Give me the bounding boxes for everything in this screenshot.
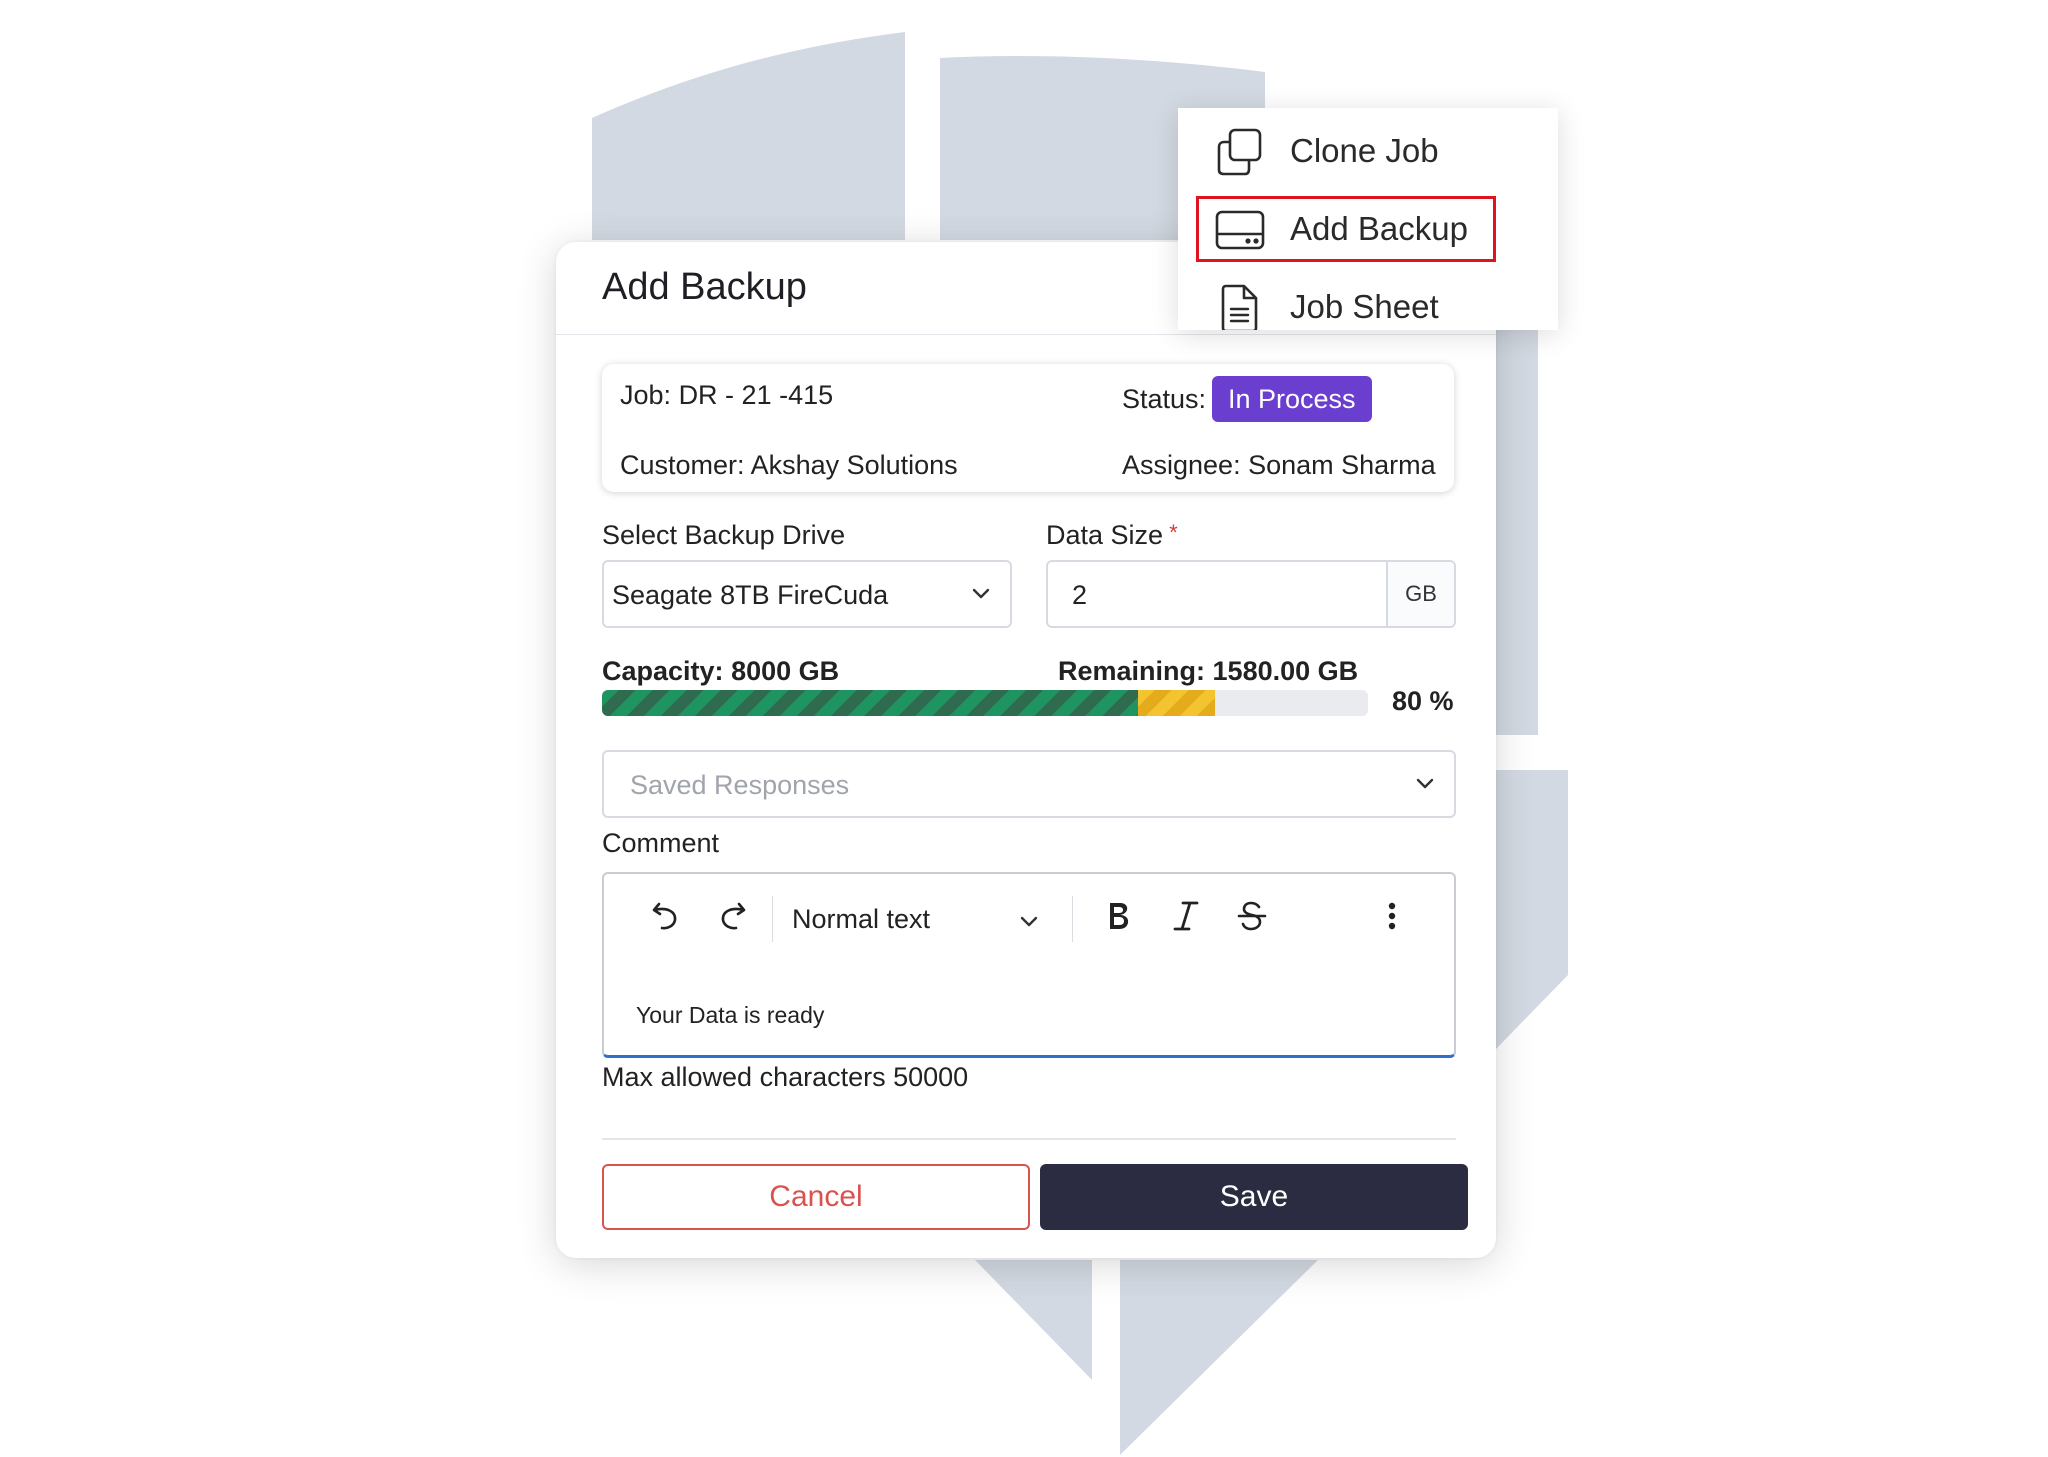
toolbar-separator bbox=[772, 896, 773, 942]
modal-title: Add Backup bbox=[602, 266, 807, 308]
progress-used-segment bbox=[602, 690, 1139, 716]
footer-divider bbox=[602, 1138, 1456, 1140]
data-size-input[interactable]: 2 GB bbox=[1046, 560, 1456, 628]
comment-text[interactable]: Your Data is ready bbox=[636, 1002, 824, 1029]
comment-editor[interactable]: Normal text Your Data is ready bbox=[602, 872, 1456, 1058]
data-size-unit: GB bbox=[1386, 562, 1454, 626]
capacity-label: Capacity: bbox=[602, 656, 724, 686]
menu-item-job-sheet[interactable]: Job Sheet bbox=[1178, 270, 1558, 330]
customer-value: Akshay Solutions bbox=[750, 450, 958, 480]
backup-drive-value: Seagate 8TB FireCuda bbox=[612, 580, 889, 610]
saved-responses-placeholder: Saved Responses bbox=[630, 770, 850, 800]
remaining-label: Remaining: bbox=[1058, 656, 1206, 686]
strikethrough-icon[interactable] bbox=[1232, 896, 1272, 936]
assignee-label: Assignee: bbox=[1122, 450, 1241, 480]
hard-drive-icon bbox=[1215, 210, 1265, 250]
data-size-label-text: Data Size bbox=[1046, 520, 1164, 550]
undo-icon[interactable] bbox=[646, 896, 686, 936]
progress-new-segment bbox=[1138, 690, 1215, 716]
menu-item-label: Job Sheet bbox=[1290, 288, 1439, 325]
status-badge: In Process bbox=[1212, 376, 1372, 422]
more-options-icon[interactable] bbox=[1372, 896, 1412, 936]
saved-responses-select[interactable]: Saved Responses bbox=[602, 750, 1456, 818]
max-characters-note: Max allowed characters 50000 bbox=[602, 1062, 969, 1092]
customer: Customer: Akshay Solutions bbox=[620, 450, 958, 481]
capacity-text: Capacity: 8000 GB bbox=[602, 656, 839, 687]
text-style-dropdown[interactable]: Normal text bbox=[792, 904, 930, 935]
menu-item-clone-job[interactable]: Clone Job bbox=[1178, 114, 1558, 184]
backup-drive-label: Select Backup Drive bbox=[602, 520, 846, 550]
customer-label: Customer: bbox=[620, 450, 745, 480]
required-mark: * bbox=[1169, 520, 1178, 545]
menu-item-label: Clone Job bbox=[1290, 132, 1439, 169]
redo-icon[interactable] bbox=[712, 896, 752, 936]
backup-drive-select[interactable]: Seagate 8TB FireCuda bbox=[602, 560, 1012, 628]
remaining-unit: GB bbox=[1317, 656, 1359, 686]
remaining-value: 1580.00 bbox=[1212, 656, 1311, 686]
assignee-value: Sonam Sharma bbox=[1248, 450, 1436, 480]
data-size-value: 2 bbox=[1072, 580, 1088, 610]
clone-icon bbox=[1217, 128, 1262, 176]
capacity-value: 8000 bbox=[731, 656, 792, 686]
job-info-card: Job: DR - 21 -415 Status: In Process Cus… bbox=[602, 364, 1454, 492]
menu-item-add-backup[interactable]: Add Backup bbox=[1178, 192, 1558, 262]
chevron-down-icon bbox=[972, 588, 990, 599]
status-label: Status: bbox=[1122, 384, 1207, 414]
italic-icon[interactable] bbox=[1166, 896, 1206, 936]
add-backup-modal: Add Backup Job: DR - 21 -415 Status: In … bbox=[556, 242, 1496, 1258]
chevron-down-icon bbox=[1416, 778, 1434, 789]
comment-label: Comment bbox=[602, 828, 720, 858]
bold-icon[interactable] bbox=[1098, 896, 1138, 936]
job-label: Job: bbox=[620, 380, 672, 410]
assignee: Assignee: Sonam Sharma bbox=[1122, 450, 1436, 481]
remaining-text: Remaining: 1580.00 GB bbox=[1058, 656, 1358, 687]
job-value: DR - 21 -415 bbox=[678, 380, 834, 410]
toolbar-separator bbox=[1072, 896, 1073, 942]
cancel-button[interactable]: Cancel bbox=[602, 1164, 1030, 1230]
data-size-label: Data Size * bbox=[1046, 520, 1178, 551]
capacity-percent: 80 % bbox=[1392, 686, 1454, 716]
save-button[interactable]: Save bbox=[1040, 1164, 1468, 1230]
capacity-unit: GB bbox=[798, 656, 840, 686]
chevron-down-icon[interactable] bbox=[1020, 916, 1038, 928]
job-actions-menu: Clone Job Add Backup Job Sheet bbox=[1178, 108, 1558, 330]
job-number: Job: DR - 21 -415 bbox=[620, 380, 833, 411]
menu-item-label: Add Backup bbox=[1290, 210, 1468, 247]
document-icon bbox=[1221, 284, 1258, 330]
capacity-progress-bar bbox=[602, 690, 1368, 716]
